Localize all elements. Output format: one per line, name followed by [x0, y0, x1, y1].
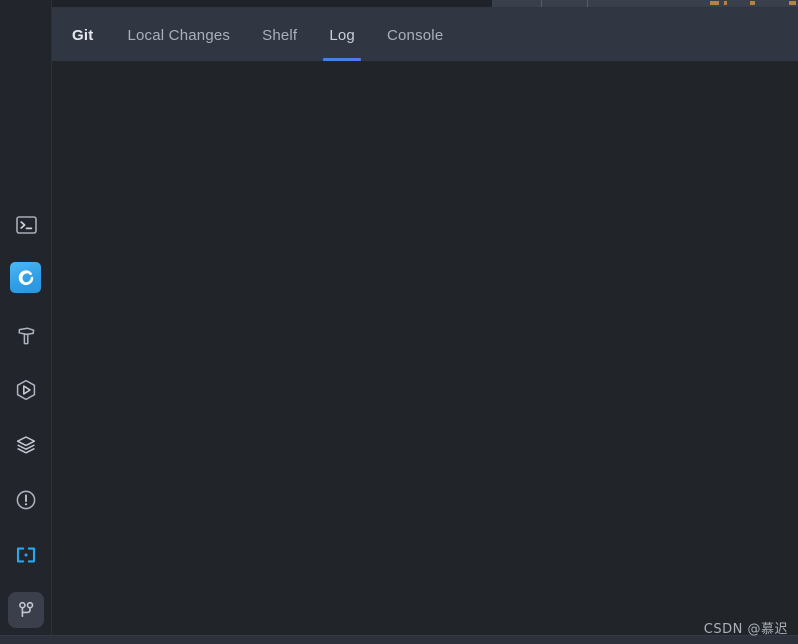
tool-window-tabbar: Git Local Changes Shelf Log Console: [52, 9, 798, 61]
tab-shelf[interactable]: Shelf: [246, 9, 313, 61]
tab-list: Git Local Changes Shelf Log Console: [52, 9, 459, 61]
hammer-icon: [16, 325, 37, 346]
exclamation-circle-icon: [15, 489, 37, 511]
status-bar: [0, 636, 798, 644]
tab-label: Console: [386, 26, 444, 44]
play-hexagon-icon: [15, 379, 37, 401]
refresh-circle-icon: [16, 268, 36, 288]
sidebar-item-services[interactable]: [8, 427, 44, 463]
tab-label: Log: [329, 26, 355, 44]
sidebar-item-version-control[interactable]: [8, 592, 44, 628]
layers-stack-icon: [15, 435, 37, 455]
sidebar-item-endpoints[interactable]: [8, 537, 44, 573]
tool-window-title: Git: [52, 9, 111, 61]
activity-sidebar: [0, 0, 52, 636]
tool-window-title-label: Git: [72, 26, 94, 44]
sidebar-item-build[interactable]: [8, 317, 44, 353]
log-content-panel[interactable]: [52, 61, 798, 636]
sidebar-item-terminal[interactable]: [8, 207, 44, 243]
watermark: CSDN @慕迟: [703, 622, 788, 637]
tab-local-changes[interactable]: Local Changes: [111, 9, 246, 61]
sidebar-item-update-refresh[interactable]: [10, 262, 41, 293]
toolbar-sliver: [52, 0, 798, 9]
sidebar-item-run[interactable]: [8, 372, 44, 408]
terminal-icon: [15, 216, 37, 234]
tab-label: Local Changes: [127, 26, 231, 44]
brackets-dot-icon: [15, 547, 37, 563]
tab-log[interactable]: Log: [313, 9, 371, 61]
tab-console[interactable]: Console: [371, 9, 459, 61]
ide-window: Git Local Changes Shelf Log Console CSDN…: [0, 0, 798, 644]
tab-label: Shelf: [262, 26, 298, 44]
sidebar-item-problems[interactable]: [8, 482, 44, 518]
sidebar-top-filler: [0, 0, 51, 8]
git-branch-icon: [16, 600, 36, 620]
